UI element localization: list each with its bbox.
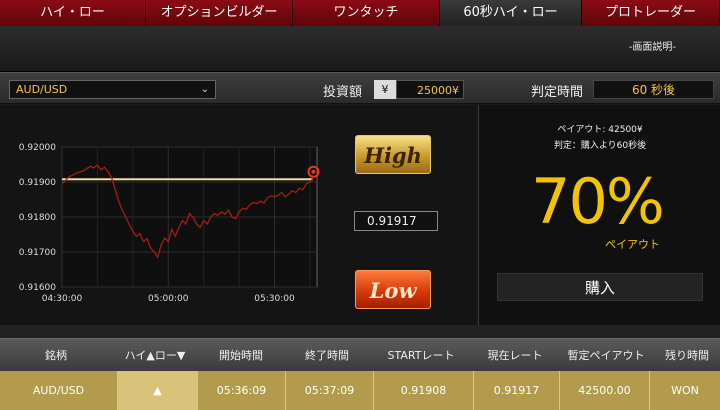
judge-time-value: 60 秒後 <box>593 80 714 99</box>
investment-label: 投資額 <box>323 85 363 100</box>
table-row: AUD/USD ▲ 05:36:09 05:37:09 0.91908 0.91… <box>0 371 720 410</box>
x-tick-label: 05:30:00 <box>254 294 295 304</box>
cell-provisional-payout: 42500.00 <box>560 371 650 410</box>
tab-highlow[interactable]: ハイ・ロー <box>0 0 146 26</box>
cell-symbol: AUD/USD <box>0 371 118 410</box>
chevron-down-icon: ⌄ <box>200 84 209 95</box>
cell-start-time: 05:36:09 <box>198 371 286 410</box>
buy-button[interactable]: 購入 <box>497 273 703 301</box>
col-remaining-time: 残り時間 <box>665 349 709 362</box>
positions-table-header: 銘柄 ハイ▲ロー▼ 開始時間 終了時間 STARTレート 現在レート 暫定ペイア… <box>0 338 720 371</box>
tab-bar: ハイ・ロー オプションビルダー ワンタッチ 60秒ハイ・ロー プロトレーダー <box>0 0 720 26</box>
payout-amount-text: ペイアウト: 42500¥ <box>557 125 643 135</box>
tab-pro-trader[interactable]: プロトレーダー <box>582 0 720 26</box>
x-tick-label: 05:00:00 <box>148 294 189 304</box>
price-chart: 0.92000 0.91900 0.91800 0.91700 0.91600 04:30… <box>0 105 340 325</box>
currency-pair-select[interactable]: AUD/USD ⌄ <box>9 80 216 99</box>
cell-end-time: 05:37:09 <box>286 371 374 410</box>
y-tick-label: 0.91900 <box>19 178 56 188</box>
current-price-dot <box>311 169 316 174</box>
judge-time-label: 判定時間 <box>531 85 584 100</box>
payout-panel: ペイアウト: 42500¥ 判定：購入より60秒後 70% ペイアウト 購入 <box>478 105 720 325</box>
trade-buttons-panel: High 0.91917 Low <box>340 105 476 325</box>
investment-amount-input[interactable]: 25000¥ <box>396 80 464 99</box>
tab-60sec-highlow[interactable]: 60秒ハイ・ロー <box>440 0 582 26</box>
tab-one-touch[interactable]: ワンタッチ <box>293 0 440 26</box>
y-tick-label: 0.91600 <box>19 283 56 293</box>
tab-option-builder[interactable]: オプションビルダー <box>146 0 293 26</box>
y-tick-label: 0.92000 <box>19 143 56 153</box>
sub-header: -画面説明- <box>0 26 720 72</box>
col-current-rate: 現在レート <box>487 349 543 362</box>
col-start-rate: STARTレート <box>387 349 455 362</box>
payout-label: ペイアウト <box>605 238 660 251</box>
trade-controls: AUD/USD ⌄ 投資額 ¥ 25000¥ 判定時間 60 秒後 <box>0 72 720 104</box>
payout-percent: 70% <box>531 165 665 238</box>
col-symbol: 銘柄 <box>45 349 67 362</box>
cell-result: WON <box>671 384 699 397</box>
high-button[interactable]: High <box>355 135 431 174</box>
yen-currency-badge: ¥ <box>374 80 396 99</box>
screen-manual-link[interactable]: -画面説明- <box>629 38 676 53</box>
price-chart-svg: 0.92000 0.91900 0.91800 0.91700 0.9160004:30… <box>19 143 320 304</box>
x-tick-label: 04:30:00 <box>42 294 83 304</box>
col-direction: ハイ▲ロー▼ <box>124 349 186 362</box>
section-divider <box>0 325 720 338</box>
col-end-time: 終了時間 <box>305 349 349 362</box>
judge-note-text: 判定：購入より60秒後 <box>553 141 647 151</box>
cell-start-rate: 0.91908 <box>374 371 474 410</box>
cell-current-rate: 0.91917 <box>474 371 560 410</box>
col-start-time: 開始時間 <box>219 349 263 362</box>
y-tick-label: 0.91800 <box>19 213 56 223</box>
y-tick-label: 0.91700 <box>19 248 56 258</box>
currency-pair-value: AUD/USD <box>16 83 68 96</box>
low-button[interactable]: Low <box>355 270 431 309</box>
trade-main: 0.92000 0.91900 0.91800 0.91700 0.91600 04:30… <box>0 105 720 325</box>
cell-direction-up-icon: ▲ <box>118 371 198 410</box>
col-provisional-payout: 暫定ペイアウト <box>567 349 645 362</box>
current-rate-display: 0.91917 <box>354 211 438 231</box>
